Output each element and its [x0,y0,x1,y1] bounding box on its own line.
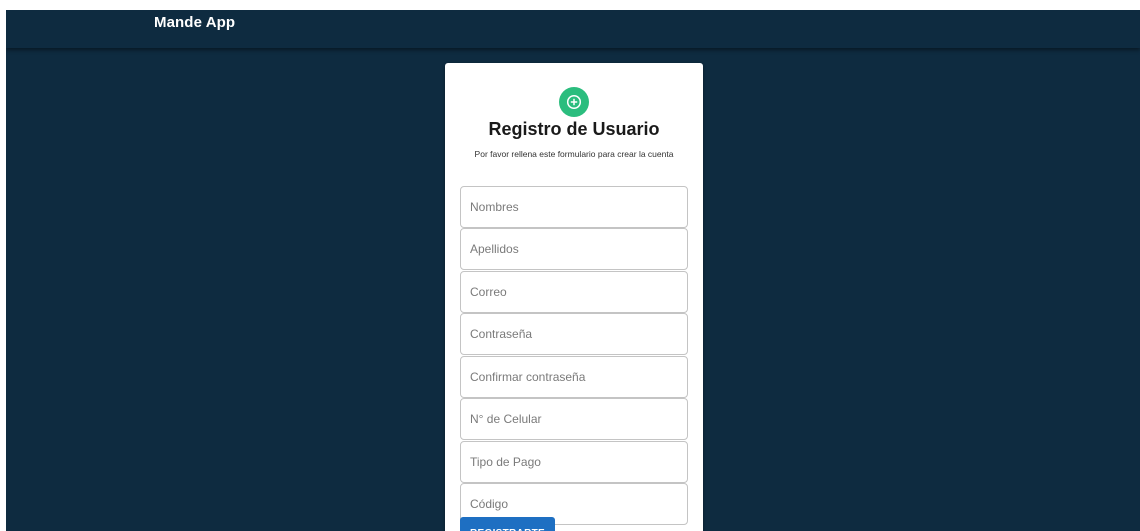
app-bar: Mande App [6,10,1140,48]
page-title: Registro de Usuario [488,119,660,139]
tipo-pago-field[interactable] [460,441,688,483]
correo-field[interactable] [460,271,688,313]
celular-field[interactable] [460,398,688,440]
app-window: Mande App Registro de Usuario Por favor … [6,10,1140,531]
app-title: Mande App [154,14,236,31]
add-circle-icon [559,87,589,117]
confirmar-contrasena-field[interactable] [460,356,688,398]
nombres-field[interactable] [460,186,688,228]
contrasena-field[interactable] [460,313,688,355]
registrarte-button[interactable]: REGISTRARTE [460,517,555,531]
form-subtitle: Por favor rellena este formulario para c… [474,149,674,159]
apellidos-field[interactable] [460,228,688,270]
registration-card: Registro de Usuario Por favor rellena es… [445,63,703,531]
add-circle-icon-glyph [566,94,582,110]
